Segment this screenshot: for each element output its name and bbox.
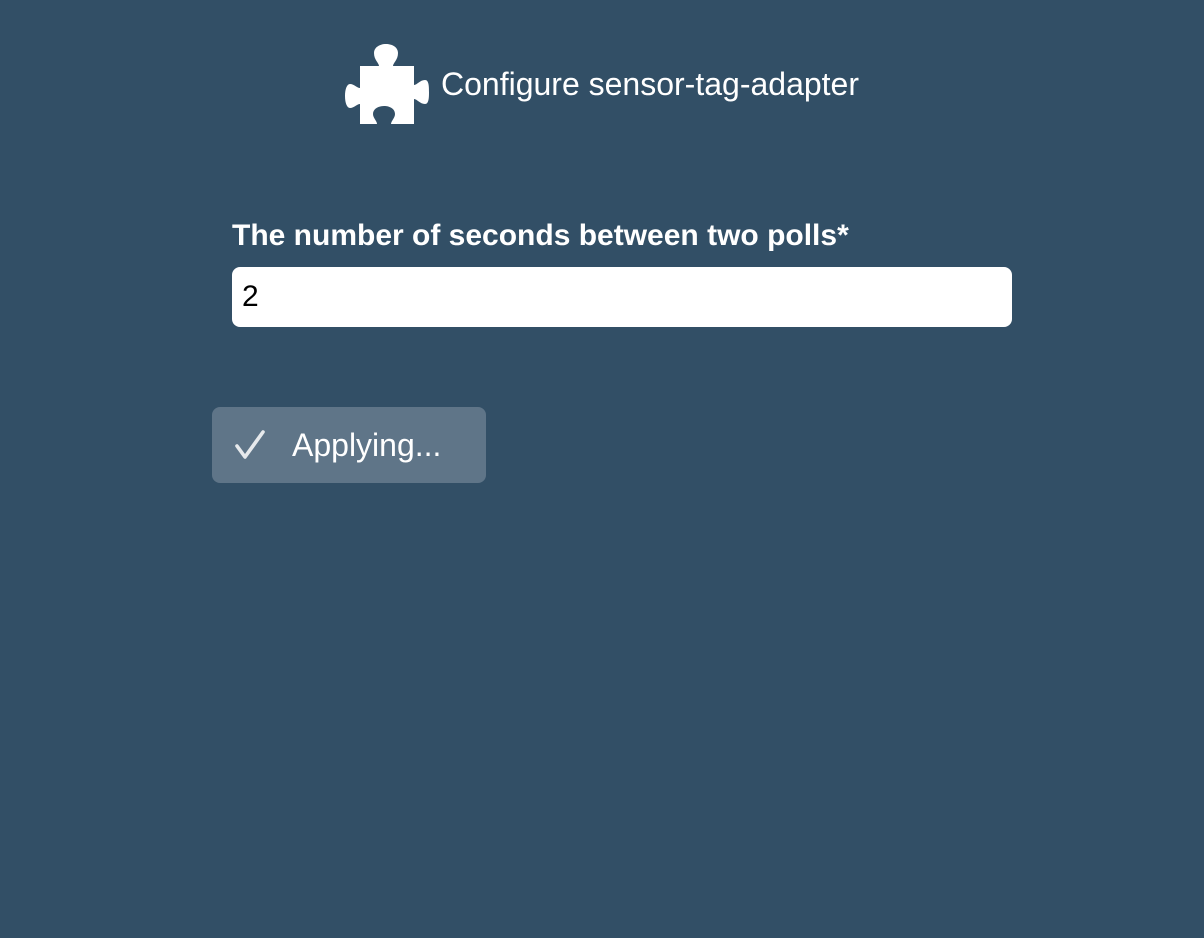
page-header: Configure sensor-tag-adapter (0, 42, 1204, 126)
checkmark-icon (235, 430, 265, 459)
apply-button-label: Applying... (292, 427, 442, 463)
poll-interval-label: The number of seconds between two polls* (232, 219, 849, 252)
puzzle-piece-icon (344, 44, 429, 124)
config-form: The number of seconds between two polls* (232, 216, 1012, 327)
poll-interval-input[interactable] (232, 267, 1012, 327)
page-title: Configure sensor-tag-adapter (440, 66, 859, 102)
apply-button[interactable]: Applying... (212, 407, 486, 483)
